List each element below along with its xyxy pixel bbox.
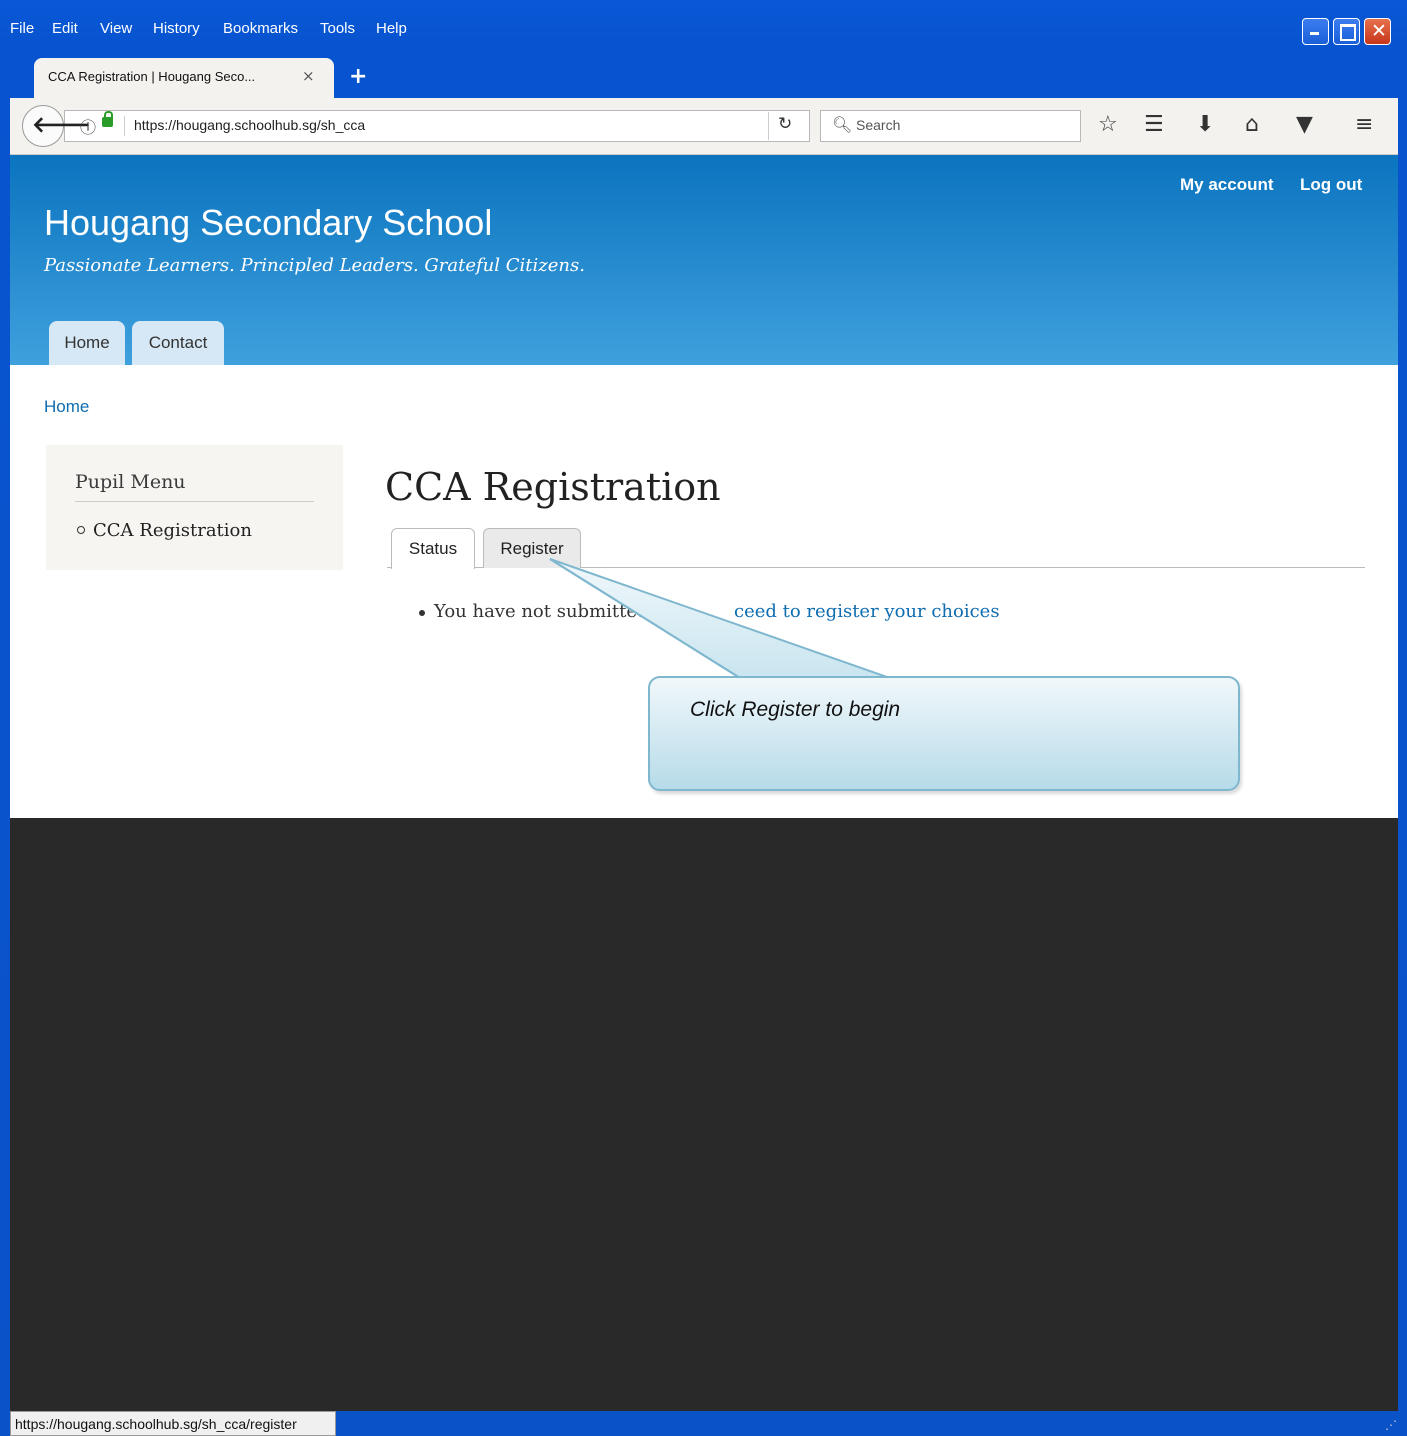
tab-register[interactable]: Register: [483, 528, 581, 568]
message-bullet: [419, 610, 425, 616]
site-header: Hougang Secondary School Passionate Lear…: [10, 155, 1398, 365]
tab-status[interactable]: Status: [391, 528, 475, 569]
download-icon[interactable]: ⬇: [1196, 112, 1214, 137]
tab-close-icon[interactable]: ×: [302, 67, 315, 85]
status-message: You have not submitted: [434, 601, 649, 622]
pupil-menu-block: Pupil Menu CCA Registration: [46, 445, 343, 570]
menu-file[interactable]: File: [10, 20, 34, 37]
search-icon: 🔍︎: [832, 115, 853, 134]
menu-history[interactable]: History: [153, 20, 200, 37]
nav-contact-tab[interactable]: Contact: [132, 321, 224, 365]
close-window-button[interactable]: ✕: [1364, 18, 1391, 45]
callout-box: Click Register to begin: [648, 676, 1240, 791]
page-title: CCA Registration: [385, 465, 721, 509]
reload-icon[interactable]: ↻: [778, 114, 792, 134]
info-icon[interactable]: ⓘ: [80, 114, 96, 138]
status-url: https://hougang.schoolhub.sg/sh_cca/regi…: [15, 1416, 297, 1432]
resize-grip-icon[interactable]: ⋰: [1385, 1418, 1397, 1432]
minimize-button[interactable]: [1302, 18, 1329, 45]
logout-link[interactable]: Log out: [1300, 175, 1362, 195]
my-account-link[interactable]: My account: [1180, 175, 1274, 195]
sidebar-bullet: [77, 526, 85, 534]
sidebar-item-cca-registration[interactable]: CCA Registration: [93, 520, 252, 541]
site-slogan: Passionate Learners. Principled Leaders.…: [44, 255, 585, 276]
home-icon[interactable]: ⌂: [1245, 112, 1259, 137]
pocket-icon[interactable]: ▼: [1296, 112, 1313, 137]
nav-home-tab[interactable]: Home: [49, 321, 125, 365]
tab-title: CCA Registration | Hougang Seco...: [48, 69, 256, 84]
menu-view[interactable]: View: [100, 20, 132, 37]
menu-edit[interactable]: Edit: [52, 20, 78, 37]
status-bar: https://hougang.schoolhub.sg/sh_cca/regi…: [10, 1411, 336, 1436]
lock-icon[interactable]: [102, 111, 113, 127]
browser-tab-active[interactable]: CCA Registration | Hougang Seco... ×: [34, 58, 334, 98]
breadcrumb[interactable]: Home: [44, 397, 89, 417]
bookmark-star-icon[interactable]: ☆: [1098, 112, 1118, 137]
url-text[interactable]: https://hougang.schoolhub.sg/sh_cca: [134, 117, 365, 133]
menu-icon[interactable]: ≡: [1355, 112, 1373, 137]
sidebar-title: Pupil Menu: [75, 471, 186, 493]
reload-separator: [768, 112, 769, 140]
search-placeholder: Search: [856, 117, 901, 133]
site-name[interactable]: Hougang Secondary School: [44, 202, 492, 244]
browser-window: File Edit View History Bookmarks Tools H…: [0, 0, 1407, 1436]
reading-list-icon[interactable]: ☰: [1144, 112, 1164, 137]
back-button[interactable]: 🡐: [22, 105, 91, 147]
url-separator: [124, 116, 125, 136]
page-viewport: Hougang Secondary School Passionate Lear…: [10, 155, 1398, 1411]
register-choices-link[interactable]: ceed to register your choices: [734, 601, 1000, 622]
menu-help[interactable]: Help: [376, 20, 407, 37]
menu-bookmarks[interactable]: Bookmarks: [223, 20, 298, 37]
menu-bar: File Edit View History Bookmarks Tools H…: [0, 0, 1407, 50]
sidebar-divider: [75, 501, 314, 502]
new-tab-button[interactable]: +: [349, 64, 367, 89]
maximize-button[interactable]: [1333, 18, 1360, 45]
callout-text: Click Register to begin: [690, 698, 901, 721]
menu-tools[interactable]: Tools: [320, 20, 355, 37]
close-icon: ✕: [1371, 20, 1387, 42]
